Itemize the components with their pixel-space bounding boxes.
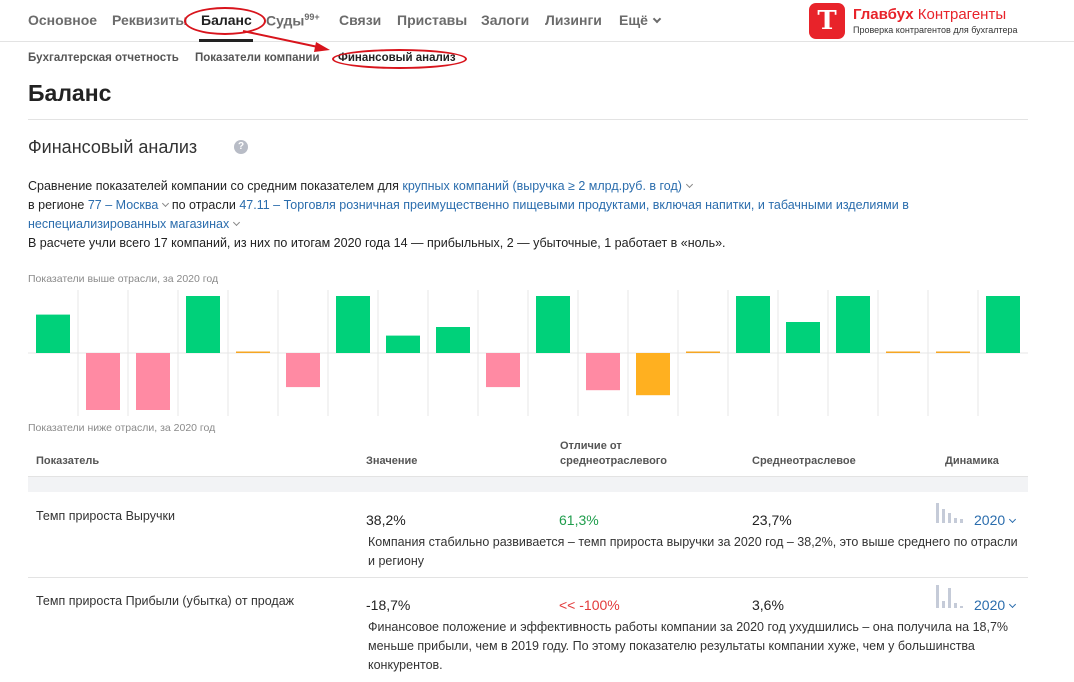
region-link-label: 77 – Москва: [87, 198, 159, 212]
chart-label-below: Показатели ниже отрасли, за 2020 год: [28, 422, 216, 434]
chart-bar-15[interactable]: [736, 296, 770, 353]
chart-label-above: Показатели выше отрасли, за 2020 год: [28, 273, 219, 285]
chart-bar-10[interactable]: [486, 353, 520, 388]
row-2-year: 2020: [974, 597, 1006, 613]
comparison-bar-chart: [28, 290, 1028, 416]
row-1-year: 2020: [974, 512, 1006, 528]
sparkline-bar: [954, 518, 957, 523]
header-value: Значение: [366, 455, 418, 467]
row-2-sparkline: [936, 584, 968, 608]
row-2-name: Темп прироста Прибыли (убытка) от продаж: [36, 594, 295, 608]
industry-link-cont-label: неспециализированных магазинах: [28, 217, 230, 231]
chart-bar-11[interactable]: [536, 296, 570, 353]
region-link[interactable]: 77 – Москва: [87, 198, 170, 212]
description-prefix: Сравнение показателей компании со средни…: [28, 179, 399, 193]
sparkline-bar: [960, 519, 963, 523]
chevron-down-icon: [1009, 600, 1017, 609]
header-avg: Среднеотраслевое: [752, 455, 856, 467]
row-1-value: 38,2%: [366, 512, 406, 528]
row-1-name: Темп прироста Выручки: [36, 509, 175, 523]
industry-prefix: по отрасли: [171, 198, 236, 212]
row-1-year-select[interactable]: 2020: [974, 512, 1017, 528]
chart-bar-7[interactable]: [336, 296, 370, 353]
chevron-down-icon: [162, 199, 170, 208]
page-title: Баланс: [28, 80, 112, 106]
chart-bar-12[interactable]: [586, 353, 620, 391]
row-1-note: Компания стабильно развивается – темп пр…: [368, 535, 1018, 568]
chart-bar-13[interactable]: [636, 353, 670, 396]
sparkline-bar: [948, 588, 951, 608]
chart-bar-17[interactable]: [836, 296, 870, 353]
region-prefix: в регионе: [28, 198, 85, 212]
company-size-link[interactable]: крупных компаний (выручка ≥ 2 млрд.руб. …: [402, 179, 693, 193]
chart-bar-9[interactable]: [436, 327, 470, 353]
companies-summary: В расчете учли всего 17 компаний, из них…: [28, 236, 726, 250]
chart-bar-4[interactable]: [186, 296, 220, 353]
table-spacer: [28, 477, 1028, 492]
header-dynamics: Динамика: [945, 455, 999, 467]
row-2-diff: << -100%: [559, 597, 620, 613]
company-size-link-label: крупных компаний (выручка ≥ 2 млрд.руб. …: [402, 179, 682, 193]
sparkline-bar: [948, 513, 951, 523]
chart-bar-20[interactable]: [986, 296, 1020, 353]
chevron-down-icon: [1009, 515, 1017, 524]
chevron-down-icon: [685, 180, 693, 189]
chart-bar-16[interactable]: [786, 322, 820, 353]
sparkline-bar: [936, 503, 939, 523]
description-line-2: в регионе 77 – Москва по отрасли 47.11 –…: [28, 198, 909, 212]
header-diff: Отличие от среднеотраслевого: [560, 440, 667, 467]
row-1-avg: 23,7%: [752, 512, 792, 528]
description-line-1: Сравнение показателей компании со средни…: [28, 179, 693, 193]
section-title: Финансовый анализ: [28, 137, 198, 157]
sparkline-bar: [936, 585, 939, 608]
chart-bar-2[interactable]: [86, 353, 120, 410]
chart-bar-1[interactable]: [36, 314, 70, 353]
row-2-avg: 3,6%: [752, 597, 784, 613]
divider: [28, 119, 1028, 120]
chart-bar-3[interactable]: [136, 353, 170, 410]
header-indicator: Показатель: [36, 455, 100, 467]
sparkline-bar: [960, 606, 963, 608]
chevron-down-icon: [233, 218, 241, 227]
chart-bar-19[interactable]: [936, 351, 970, 354]
chart-bar-18[interactable]: [886, 351, 920, 354]
chart-bar-14[interactable]: [686, 351, 720, 354]
help-icon[interactable]: ?: [234, 140, 248, 154]
sparkline-bar: [942, 601, 945, 608]
chart-bar-8[interactable]: [386, 335, 420, 353]
row-1-sparkline: [936, 499, 968, 523]
row-divider: [28, 577, 1028, 578]
industry-link-cont[interactable]: неспециализированных магазинах: [28, 217, 241, 231]
chart-bar-6[interactable]: [286, 353, 320, 388]
chart-bar-5[interactable]: [236, 351, 270, 354]
row-2-value: -18,7%: [366, 597, 411, 613]
sparkline-bar: [942, 509, 945, 523]
description-line-3: неспециализированных магазинах: [28, 217, 241, 231]
sparkline-bar: [954, 603, 957, 608]
row-1-diff: 61,3%: [559, 512, 599, 528]
row-2-note: Финансовое положение и эффективность раб…: [368, 620, 1009, 672]
row-2-year-select[interactable]: 2020: [974, 597, 1017, 613]
industry-link[interactable]: 47.11 – Торговля розничная преимуществен…: [239, 198, 909, 212]
